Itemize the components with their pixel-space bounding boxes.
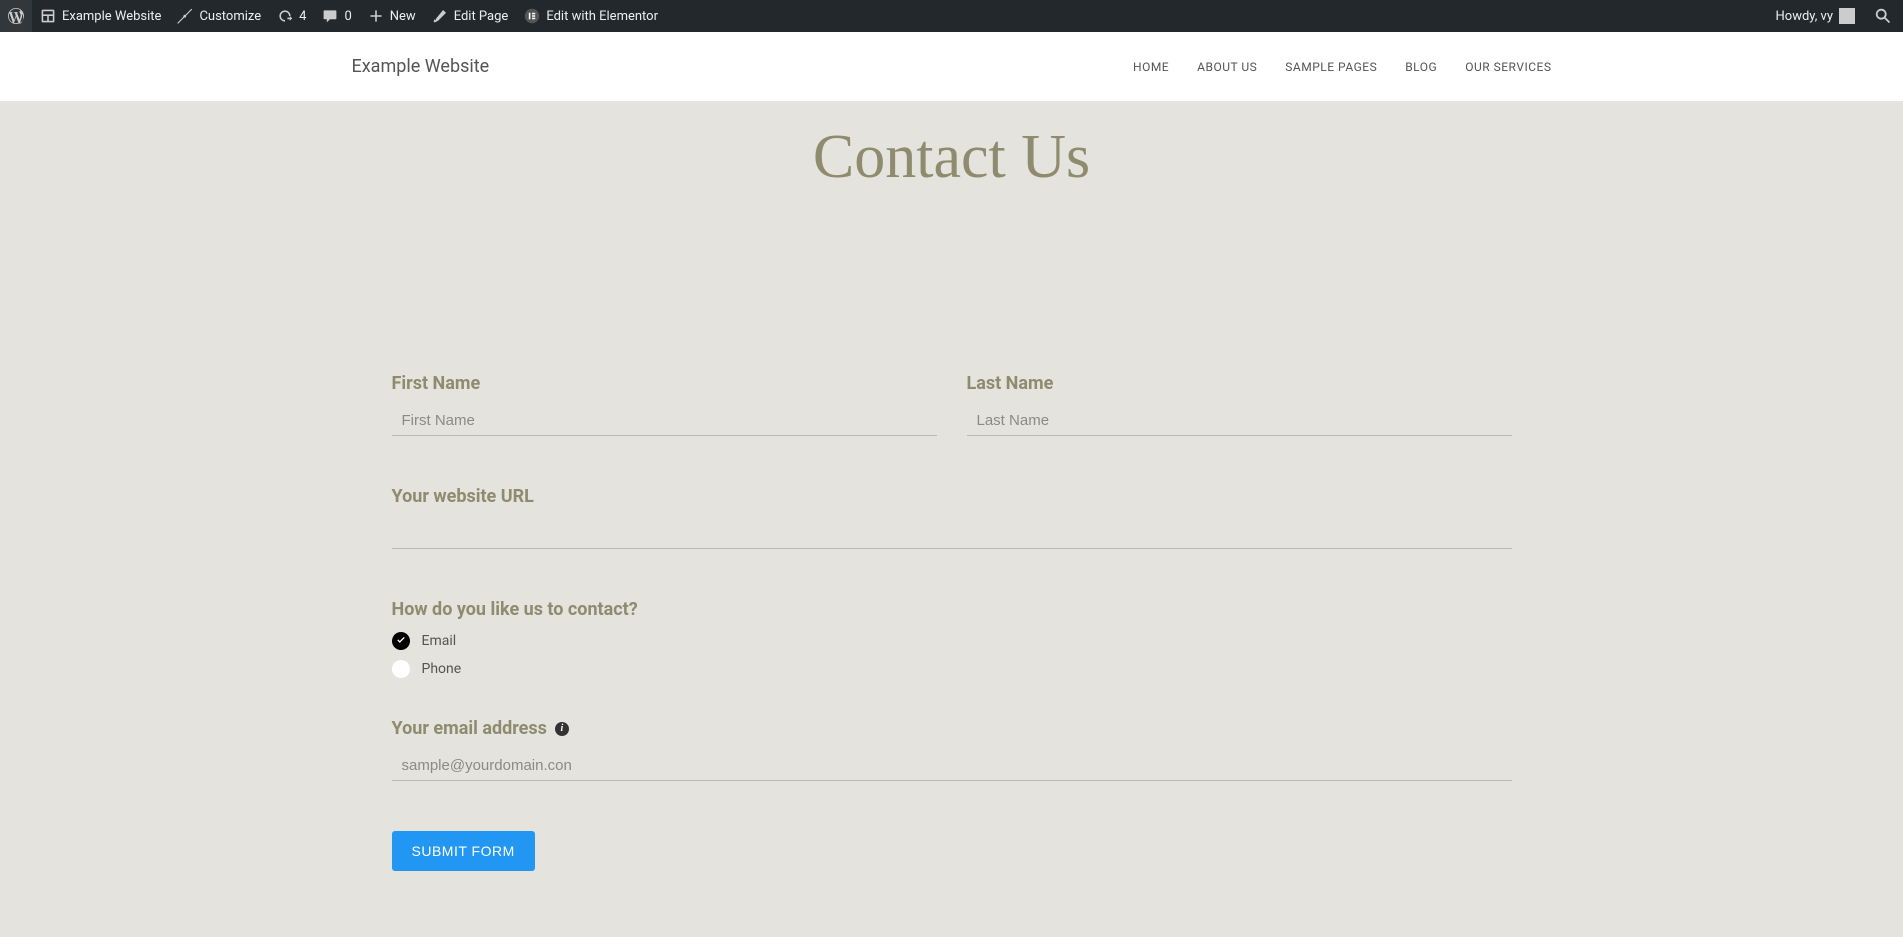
updates-menu[interactable]: 4 xyxy=(269,0,314,32)
contact-form: First Name Last Name Your website URL Ho… xyxy=(352,373,1552,871)
radio-option-email[interactable]: Email xyxy=(392,632,1512,650)
wordpress-icon xyxy=(8,8,24,24)
last-name-input[interactable] xyxy=(967,406,1512,436)
update-icon xyxy=(277,8,293,24)
search-icon xyxy=(1874,7,1892,25)
radio-option-phone[interactable]: Phone xyxy=(392,660,1512,678)
first-name-label: First Name xyxy=(392,373,937,394)
update-count: 4 xyxy=(299,9,306,24)
nav-home[interactable]: HOME xyxy=(1133,60,1169,74)
comment-icon xyxy=(322,8,338,24)
radio-phone-indicator xyxy=(392,660,410,678)
site-header: Example Website HOME ABOUT US SAMPLE PAG… xyxy=(0,32,1903,102)
dashboard-icon xyxy=(40,8,56,24)
website-url-field-group: Your website URL xyxy=(392,486,1512,549)
radio-phone-label: Phone xyxy=(422,661,462,677)
last-name-label: Last Name xyxy=(967,373,1512,394)
checkmark-icon xyxy=(396,636,406,646)
contact-method-group: How do you like us to contact? Email Pho… xyxy=(392,599,1512,678)
admin-search-button[interactable] xyxy=(1871,4,1895,28)
user-avatar xyxy=(1839,8,1855,24)
website-url-input[interactable] xyxy=(392,519,1512,549)
radio-email-indicator xyxy=(392,632,410,650)
page-content: Contact Us First Name Last Name Your web… xyxy=(0,102,1903,871)
email-address-label: Your email address xyxy=(392,718,547,739)
submit-button[interactable]: SUBMIT FORM xyxy=(392,831,535,871)
contact-method-label: How do you like us to contact? xyxy=(392,599,1512,620)
main-navigation: HOME ABOUT US SAMPLE PAGES BLOG OUR SERV… xyxy=(1133,60,1551,74)
elementor-label: Edit with Elementor xyxy=(546,9,658,24)
elementor-menu[interactable]: Edit with Elementor xyxy=(516,0,666,32)
admin-site-name: Example Website xyxy=(62,9,161,24)
page-title: Contact Us xyxy=(0,122,1903,193)
edit-page-menu[interactable]: Edit Page xyxy=(424,0,517,32)
plus-icon xyxy=(368,8,384,24)
admin-bar-right: Howdy, vy xyxy=(1768,0,1896,32)
wp-admin-bar: Example Website Customize 4 0 New xyxy=(0,0,1903,32)
radio-email-label: Email xyxy=(422,633,457,649)
website-url-label: Your website URL xyxy=(392,486,1512,507)
comment-count: 0 xyxy=(344,9,351,24)
greeting-text: Howdy, vy xyxy=(1776,9,1834,24)
info-icon[interactable]: i xyxy=(555,722,569,736)
edit-page-label: Edit Page xyxy=(454,9,509,24)
customize-label: Customize xyxy=(199,9,261,24)
email-address-field-group: Your email address i xyxy=(392,718,1512,781)
comments-menu[interactable]: 0 xyxy=(314,0,359,32)
new-label: New xyxy=(390,9,416,24)
first-name-field-group: First Name xyxy=(392,373,937,436)
customize-menu[interactable]: Customize xyxy=(169,0,269,32)
site-title[interactable]: Example Website xyxy=(352,56,490,77)
nav-samples[interactable]: SAMPLE PAGES xyxy=(1285,60,1377,74)
pencil-icon xyxy=(432,8,448,24)
nav-services[interactable]: OUR SERVICES xyxy=(1465,60,1551,74)
nav-about[interactable]: ABOUT US xyxy=(1197,60,1257,74)
first-name-input[interactable] xyxy=(392,406,937,436)
elementor-icon xyxy=(524,8,540,24)
site-name-menu[interactable]: Example Website xyxy=(32,0,169,32)
nav-blog[interactable]: BLOG xyxy=(1405,60,1437,74)
brush-icon xyxy=(177,8,193,24)
last-name-field-group: Last Name xyxy=(967,373,1512,436)
admin-bar-left: Example Website Customize 4 0 New xyxy=(0,0,666,32)
user-menu[interactable]: Howdy, vy xyxy=(1768,0,1864,32)
wp-logo-menu[interactable] xyxy=(0,0,32,32)
email-address-input[interactable] xyxy=(392,751,1512,781)
new-content-menu[interactable]: New xyxy=(360,0,424,32)
